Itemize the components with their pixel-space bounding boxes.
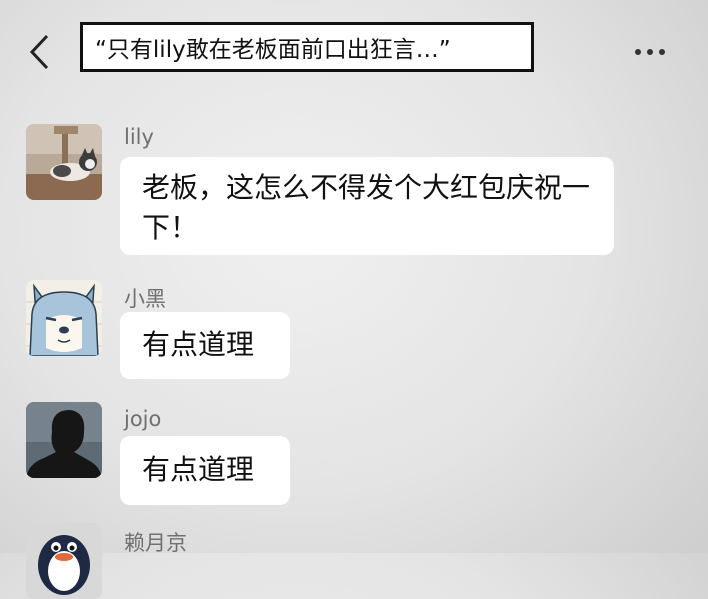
silhouette-avatar-icon	[26, 402, 102, 478]
message-row: jojo 有点道理	[0, 402, 708, 505]
avatar[interactable]	[26, 402, 102, 478]
message-bubble[interactable]: 老板，这怎么不得发个大红包庆祝一下！	[120, 157, 614, 255]
message-row: 小黑 有点道理	[0, 280, 708, 380]
more-button[interactable]	[628, 38, 672, 66]
cat-photo-avatar-icon	[26, 124, 102, 200]
caption-box: “只有lily敢在老板面前口出狂言…”	[80, 22, 534, 72]
message-bubble[interactable]: 有点道理	[120, 436, 290, 505]
avatar[interactable]	[26, 280, 102, 356]
avatar[interactable]	[26, 124, 102, 200]
message-text: 老板，这怎么不得发个大红包庆祝一下！	[142, 171, 591, 244]
message-text: 有点道理	[142, 328, 255, 361]
message-bubble[interactable]: 有点道理	[120, 312, 290, 379]
penguin-avatar-icon	[26, 523, 102, 599]
chat-header: “只有lily敢在老板面前口出狂言…”	[0, 0, 708, 96]
sender-name: 小黑	[124, 287, 166, 311]
sender-name: lily	[124, 125, 154, 149]
shiba-dog-cartoon-avatar-icon	[26, 280, 102, 356]
message-row: 赖月京	[0, 523, 708, 599]
sender-name: jojo	[124, 407, 162, 431]
avatar[interactable]	[26, 523, 102, 599]
caption-text: “只有lily敢在老板面前口出狂言…”	[95, 37, 451, 63]
message-text: 有点道理	[142, 453, 255, 486]
chevron-left-icon	[29, 34, 49, 70]
more-horizontal-icon	[635, 49, 641, 55]
back-button[interactable]	[22, 30, 56, 74]
message-row: lily 老板，这怎么不得发个大红包庆祝一下！	[0, 124, 708, 264]
